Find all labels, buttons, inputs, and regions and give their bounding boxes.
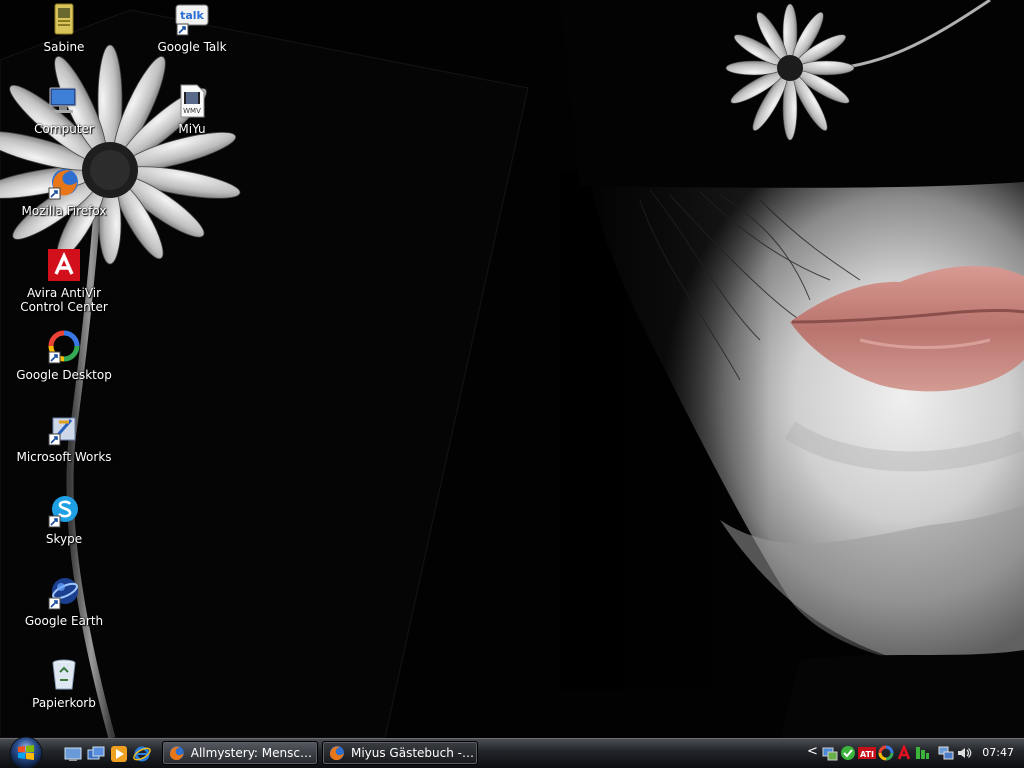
google-earth-icon [47,576,81,610]
desktop-icon-skype[interactable]: Skype [4,494,124,546]
desktop-icon-label: Mozilla Firefox [21,204,107,218]
microsoft-works-icon [47,412,81,446]
clock[interactable]: 07:47 [982,746,1014,759]
system-tray: < ATI 07:47 [804,739,1024,768]
task-button-label: Miyus Gästebuch - ... [350,746,477,760]
desktop-icon-label: Google Earth [24,614,104,628]
desktop-icon-label: Computer [34,122,94,136]
wmv-file-icon: WMV [175,84,209,118]
desktop-icon-label: Skype [45,532,83,546]
google-desktop-icon [47,330,81,364]
desktop-icon-papierkorb[interactable]: Papierkorb [4,658,124,710]
desktop-icon-microsoft-works[interactable]: Microsoft Works [4,412,124,464]
show-hidden-icons-chevron[interactable]: < [807,744,818,759]
desktop-icon-avira[interactable]: Avira AntiVir Control Center [4,248,124,314]
desktop-icon-mozilla-firefox[interactable]: Mozilla Firefox [4,166,124,218]
volume-icon[interactable] [956,745,972,761]
monitor-tray-icon[interactable] [914,745,930,761]
recycle-bin-icon [47,658,81,692]
desktop-icon-label: Avira AntiVir Control Center [20,286,108,314]
desktop: Sabine talk Google Talk Computer WMV MiY… [0,0,1024,768]
media-player-icon[interactable] [110,745,128,763]
desktop-icon-computer[interactable]: Computer [4,84,124,136]
ati-icon[interactable]: ATI [858,745,876,761]
ati-text: ATI [860,750,874,759]
start-button[interactable] [6,735,46,768]
taskbar: Allmystery: Mensch... Miyus Gästebuch - … [0,735,1024,768]
desktop-icon-google-talk[interactable]: talk Google Talk [132,2,252,54]
firefox-icon [169,746,184,761]
talk-badge-text: talk [180,9,204,22]
desktop-icon-sabine[interactable]: Sabine [4,2,124,54]
avira-tray-icon[interactable] [896,743,912,761]
network-tray-icon[interactable] [938,745,954,761]
wmv-badge-text: WMV [183,107,201,115]
internet-explorer-icon[interactable] [133,745,151,763]
show-desktop-icon[interactable] [64,745,82,763]
desktop-icon-label: Google Desktop [16,368,112,382]
firefox-icon [47,166,81,200]
task-button-miyus-gaestebuch[interactable]: Miyus Gästebuch - ... [322,741,478,765]
computer-icon [47,84,81,118]
desktop-icon-label: Google Talk [157,40,227,54]
avira-icon [47,248,81,282]
task-button-allmystery[interactable]: Allmystery: Mensch... [162,741,318,765]
google-talk-icon: talk [175,2,209,36]
skype-icon [47,494,81,528]
desktop-icon-label: Microsoft Works [16,450,112,464]
task-button-label: Allmystery: Mensch... [190,746,317,760]
desktop-icon-label: MiYu [178,122,206,136]
network-manager-icon[interactable] [822,745,838,761]
green-status-icon[interactable] [840,745,856,761]
firefox-icon [329,746,344,761]
desktop-icon-label: Sabine [43,40,85,54]
google-desktop-tray-icon[interactable] [878,745,894,761]
user-folder-icon [47,2,81,36]
switch-windows-icon[interactable] [87,745,105,763]
desktop-icon-label: Papierkorb [32,696,96,710]
desktop-icon-miyu[interactable]: WMV MiYu [132,84,252,136]
desktop-icon-google-desktop[interactable]: Google Desktop [4,330,124,382]
desktop-icon-google-earth[interactable]: Google Earth [4,576,124,628]
